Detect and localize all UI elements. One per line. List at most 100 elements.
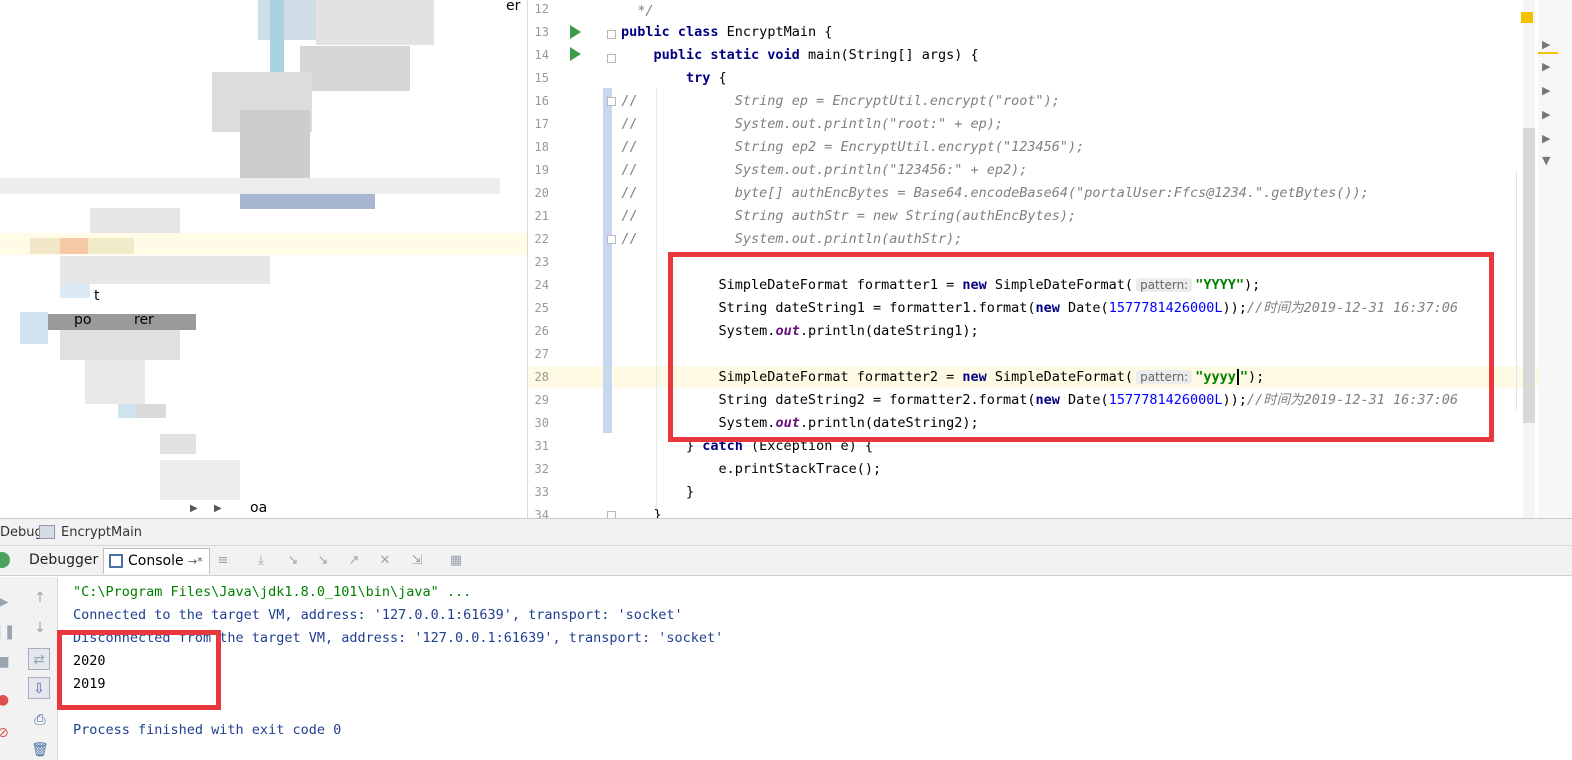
line-number: 23 (534, 255, 549, 269)
blurred-block (136, 404, 166, 418)
annotation-box (57, 630, 221, 710)
drop-frame-icon[interactable]: ✕ (376, 552, 394, 570)
blurred-block (85, 360, 145, 404)
blurred-block (118, 404, 136, 418)
debug-panel-label: Debug (0, 525, 43, 540)
line-number: 24 (534, 278, 549, 292)
expand-arrow-icon[interactable]: ▶ (1542, 84, 1550, 97)
stop-icon[interactable]: ■ (0, 651, 14, 673)
expand-arrow-icon[interactable]: ▶ (1542, 132, 1550, 145)
code-line: public static void main(String[] args) { (621, 47, 979, 63)
console-line: Process finished with exit code 0 (73, 722, 342, 738)
blurred-block (300, 46, 410, 91)
run-config-tab[interactable]: EncryptMain (61, 525, 142, 540)
scroll-down-icon[interactable]: ↓ (29, 617, 51, 639)
annotation-box (668, 252, 1494, 442)
mute-breakpoints-icon[interactable]: ⊘ (0, 722, 14, 744)
fold-icon[interactable] (607, 30, 616, 39)
code-line: public class EncryptMain { (621, 24, 833, 40)
expand-arrow-icon[interactable]: ▶ (190, 503, 198, 514)
line-number: 32 (534, 462, 549, 476)
commented-line: // System.out.println("123456:" + ep2); (621, 162, 1028, 178)
fold-icon[interactable] (607, 97, 616, 106)
line-number: 16 (534, 94, 549, 108)
blurred-block (48, 314, 196, 330)
print-icon[interactable]: ⎙ (29, 709, 51, 731)
expand-arrow-icon[interactable]: ▶ (1542, 60, 1550, 73)
blurred-block (30, 238, 60, 254)
commented-line: // System.out.println(authStr); (621, 231, 963, 247)
tab-debugger[interactable]: Debugger (24, 548, 105, 574)
commented-line: // System.out.println("root:" + ep); (621, 116, 1004, 132)
blurred-block (258, 0, 318, 40)
line-number: 20 (534, 186, 549, 200)
line-number: 34 (534, 508, 549, 518)
code-line: try { (621, 70, 727, 86)
code-line: } (621, 484, 695, 500)
console-icon (109, 554, 123, 568)
step-over-icon[interactable]: ⤓ (252, 552, 270, 570)
line-number: 33 (534, 485, 549, 499)
fold-icon[interactable] (607, 235, 616, 244)
collapse-arrow-icon[interactable]: ▼ (1542, 154, 1550, 167)
blurred-block (240, 194, 375, 209)
expand-arrow-icon[interactable]: ▶ (1542, 108, 1550, 121)
line-number: 18 (534, 140, 549, 154)
run-class-icon[interactable] (570, 25, 581, 39)
blurred-block (60, 330, 180, 360)
run-config-icon (39, 525, 55, 539)
expand-arrow-icon[interactable]: ▶ (214, 503, 222, 514)
code-line: } (621, 507, 662, 518)
line-number: 31 (534, 439, 549, 453)
line-number: 13 (534, 25, 549, 39)
tree-fragment: rer (134, 312, 154, 328)
resume-icon[interactable]: ▶ (0, 591, 14, 613)
fold-icon[interactable] (607, 511, 616, 518)
code-line: */ (621, 3, 654, 19)
expand-arrow-icon[interactable]: ▶ (1542, 38, 1550, 51)
change-marker-bar (603, 88, 612, 433)
tree-fragment: ро (74, 312, 92, 328)
step-into-icon[interactable]: ↘ (284, 552, 302, 570)
console-output[interactable]: "C:\Program Files\Java\jdk1.8.0_101\bin\… (58, 577, 1572, 760)
line-number: 25 (534, 301, 549, 315)
editor-scroll-thumb[interactable] (1523, 128, 1535, 423)
commented-line: // byte[] authEncBytes = Base64.encodeBa… (621, 185, 1369, 201)
fold-icon[interactable] (607, 54, 616, 63)
pause-icon[interactable]: ❚❚ (0, 621, 15, 643)
blurred-block (60, 284, 90, 298)
blurred-block (20, 312, 48, 344)
line-number: 14 (534, 48, 549, 62)
warning-stripe (1538, 52, 1558, 54)
scroll-up-icon[interactable]: ↑ (29, 587, 51, 609)
blurred-block (0, 178, 500, 194)
clear-all-icon[interactable]: 🗑 (29, 739, 51, 760)
project-tree-pane[interactable]: er t ро rer ▶ ▶ oa (0, 0, 528, 518)
blurred-block (60, 256, 270, 284)
run-to-cursor-icon[interactable]: ⇲ (408, 552, 426, 570)
scroll-to-end-icon[interactable]: ⇩ (28, 677, 50, 699)
line-number: 12 (534, 2, 549, 16)
console-pin-icon: →* (188, 555, 203, 568)
commented-line: // String authStr = new String(authEncBy… (621, 208, 1077, 224)
run-main-icon[interactable] (570, 47, 581, 61)
force-step-into-icon[interactable]: ↘ (314, 552, 332, 570)
line-number: 29 (534, 393, 549, 407)
blurred-block (60, 238, 88, 254)
show-execution-point-icon[interactable]: ≡ (214, 552, 232, 570)
step-out-icon[interactable]: ↗ (345, 552, 363, 570)
tab-console-label: Console (128, 553, 184, 569)
soft-wrap-icon[interactable]: ⇄ (28, 648, 50, 670)
tree-fragment: oa (250, 500, 268, 516)
tab-console[interactable]: Console →* (103, 548, 210, 574)
tree-fragment: er (506, 0, 521, 14)
commented-line: // String ep2 = EncryptUtil.encrypt("123… (621, 139, 1085, 155)
line-number: 26 (534, 324, 549, 338)
line-number: 17 (534, 117, 549, 131)
debug-side-toolbar: ▶ ↑ ❚❚ ↓ ■ ⇄ ● ⇩ ⊘ ⎙ 🗑 (0, 577, 58, 760)
blurred-block (316, 0, 434, 45)
view-breakpoints-icon[interactable]: ● (0, 689, 14, 711)
evaluate-expression-icon[interactable]: ▦ (447, 552, 465, 570)
line-number: 27 (534, 347, 549, 361)
warning-marker[interactable] (1521, 12, 1533, 23)
